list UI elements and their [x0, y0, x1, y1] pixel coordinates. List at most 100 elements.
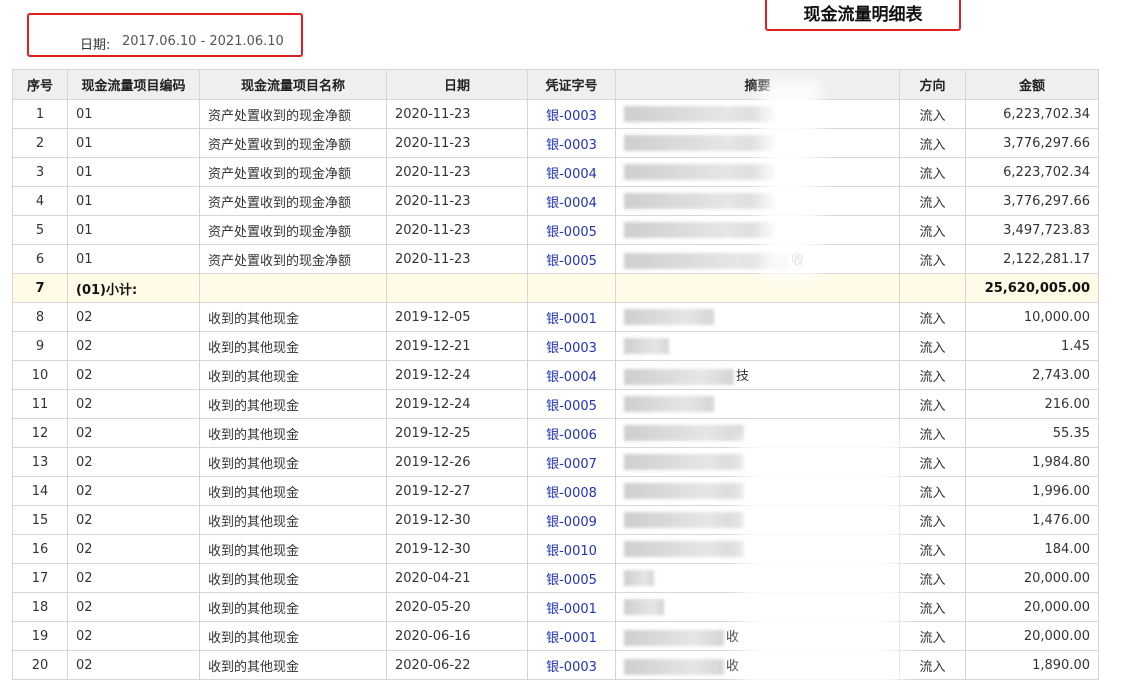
table-row[interactable]: 15 02 收到的其他现金 2019-12-30 银-0009 流入 1,476.00 [12, 505, 1099, 535]
cell-summary [615, 302, 900, 332]
summary-visible-text: 收 [726, 659, 740, 675]
voucher-link[interactable]: 银-0003 [527, 331, 616, 361]
table-row[interactable]: 8 02 收到的其他现金 2019-12-05 银-0001 流入 10,000.00 [12, 302, 1099, 332]
voucher-link[interactable]: 银-0004 [527, 157, 616, 187]
cell-summary: 技 [615, 360, 900, 390]
table-row[interactable]: 6 01 资产处置收到的现金净额 2020-11-23 银-0005 收 流入 2,122,2… [12, 244, 1099, 274]
cell-name: 收到的其他现金 [199, 476, 387, 506]
cell-summary [615, 128, 900, 158]
redacted-text-block [624, 629, 724, 646]
cell-seq: 15 [12, 505, 68, 535]
cell-direction: 流入 [899, 99, 966, 129]
voucher-link[interactable]: 银-0003 [527, 128, 616, 158]
cell-seq: 1 [12, 99, 68, 129]
cell-name: 资产处置收到的现金净额 [199, 99, 387, 129]
cell-direction: 流入 [899, 447, 966, 477]
voucher-link[interactable]: 银-0009 [527, 505, 616, 535]
cell-direction: 流入 [899, 592, 966, 622]
cell-direction [899, 273, 966, 303]
column-header-amount[interactable]: 金额 [965, 69, 1099, 100]
table-row[interactable]: 1 01 资产处置收到的现金净额 2020-11-23 银-0003 流入 6,223,70… [12, 99, 1099, 129]
cell-direction: 流入 [899, 331, 966, 361]
voucher-link[interactable]: 银-0004 [527, 186, 616, 216]
table-row[interactable]: 19 02 收到的其他现金 2020-06-16 银-0001 收 流入 20,000.00 [12, 621, 1099, 651]
cell-name: 收到的其他现金 [199, 302, 387, 332]
table-row[interactable]: 20 02 收到的其他现金 2020-06-22 银-0003 收 流入 1,890.00 [12, 650, 1099, 680]
cell-direction: 流入 [899, 563, 966, 593]
table-body: 1 01 资产处置收到的现金净额 2020-11-23 银-0003 流入 6,223,70… [12, 99, 1099, 680]
voucher-link[interactable]: 银-0004 [527, 360, 616, 390]
cell-code: 01 [67, 215, 200, 245]
voucher-link[interactable]: 银-0001 [527, 592, 616, 622]
cell-name: 资产处置收到的现金净额 [199, 128, 387, 158]
cell-date: 2020-06-16 [386, 621, 528, 651]
table-row[interactable]: 12 02 收到的其他现金 2019-12-25 银-0006 流入 55.35 [12, 418, 1099, 448]
voucher-link[interactable]: 银-0003 [527, 99, 616, 129]
voucher-link[interactable]: 银-0008 [527, 476, 616, 506]
cell-amount: 3,776,297.66 [965, 128, 1099, 158]
voucher-link[interactable]: 银-0005 [527, 389, 616, 419]
voucher-link[interactable]: 银-0003 [527, 650, 616, 680]
table-row[interactable]: 5 01 资产处置收到的现金净额 2020-11-23 银-0005 流入 3,497,72… [12, 215, 1099, 245]
cell-amount: 20,000.00 [965, 592, 1099, 622]
summary-visible-text: 收 [726, 630, 740, 646]
voucher-link[interactable]: 银-0001 [527, 621, 616, 651]
column-header-seq[interactable]: 序号 [12, 69, 68, 100]
cell-seq: 18 [12, 592, 68, 622]
table-row[interactable]: 14 02 收到的其他现金 2019-12-27 银-0008 流入 1,996.00 [12, 476, 1099, 506]
table-row[interactable]: 10 02 收到的其他现金 2019-12-24 银-0004 技 流入 2,743.00 [12, 360, 1099, 390]
cell-name: 收到的其他现金 [199, 621, 387, 651]
cell-code: 02 [67, 592, 200, 622]
cell-code: 02 [67, 505, 200, 535]
cell-date: 2019-12-24 [386, 360, 528, 390]
table-row[interactable]: 13 02 收到的其他现金 2019-12-26 银-0007 流入 1,984.80 [12, 447, 1099, 477]
table-row[interactable]: 16 02 收到的其他现金 2019-12-30 银-0010 流入 184.00 [12, 534, 1099, 564]
cell-code: 01 [67, 99, 200, 129]
redacted-text-block [624, 570, 654, 586]
subtotal-label: (01)小计: [67, 273, 200, 303]
column-header-direction[interactable]: 方向 [899, 69, 966, 100]
table-row[interactable]: 4 01 资产处置收到的现金净额 2020-11-23 银-0004 流入 3,776,29… [12, 186, 1099, 216]
table-row[interactable]: 11 02 收到的其他现金 2019-12-24 银-0005 流入 216.00 [12, 389, 1099, 419]
table-row[interactable]: 3 01 资产处置收到的现金净额 2020-11-23 银-0004 流入 6,223,70… [12, 157, 1099, 187]
cell-date: 2019-12-25 [386, 418, 528, 448]
cell-amount: 55.35 [965, 418, 1099, 448]
cell-summary [615, 447, 900, 477]
voucher-link[interactable]: 银-0005 [527, 244, 616, 274]
column-header-name[interactable]: 现金流量项目名称 [199, 69, 387, 100]
cell-date: 2020-04-21 [386, 563, 528, 593]
cell-seq: 13 [12, 447, 68, 477]
cell-amount: 216.00 [965, 389, 1099, 419]
table-row[interactable]: 18 02 收到的其他现金 2020-05-20 银-0001 流入 20,000.00 [12, 592, 1099, 622]
cell-name: 收到的其他现金 [199, 534, 387, 564]
redacted-text-block [624, 658, 724, 675]
cell-amount: 3,497,723.83 [965, 215, 1099, 245]
table-row[interactable]: 9 02 收到的其他现金 2019-12-21 银-0003 流入 1.45 [12, 331, 1099, 361]
cell-seq: 17 [12, 563, 68, 593]
cell-summary [615, 157, 900, 187]
voucher-link[interactable]: 银-0007 [527, 447, 616, 477]
cell-summary [615, 534, 900, 564]
column-header-code[interactable]: 现金流量项目编码 [67, 69, 200, 100]
cell-seq: 10 [12, 360, 68, 390]
cell-code: 02 [67, 389, 200, 419]
cell-date: 2019-12-26 [386, 447, 528, 477]
cell-summary: 收 [615, 621, 900, 651]
voucher-link[interactable]: 银-0001 [527, 302, 616, 332]
table-row[interactable]: 17 02 收到的其他现金 2020-04-21 银-0005 流入 20,000.00 [12, 563, 1099, 593]
voucher-link[interactable]: 银-0005 [527, 563, 616, 593]
redacted-text-block [624, 454, 744, 470]
column-header-summary[interactable]: 摘要 [615, 69, 900, 100]
column-header-voucher[interactable]: 凭证字号 [527, 69, 616, 100]
cell-summary [615, 476, 900, 506]
voucher-link[interactable]: 银-0005 [527, 215, 616, 245]
table-row[interactable]: 2 01 资产处置收到的现金净额 2020-11-23 银-0003 流入 3,776,29… [12, 128, 1099, 158]
voucher-link[interactable]: 银-0010 [527, 534, 616, 564]
cell-seq: 4 [12, 186, 68, 216]
cell-summary [615, 99, 900, 129]
column-header-date[interactable]: 日期 [386, 69, 528, 100]
redacted-text-block [624, 541, 744, 557]
subtotal-row[interactable]: 7 (01)小计: 25,620,005.00 [12, 273, 1099, 303]
voucher-link[interactable]: 银-0006 [527, 418, 616, 448]
redacted-text-block [624, 512, 744, 528]
